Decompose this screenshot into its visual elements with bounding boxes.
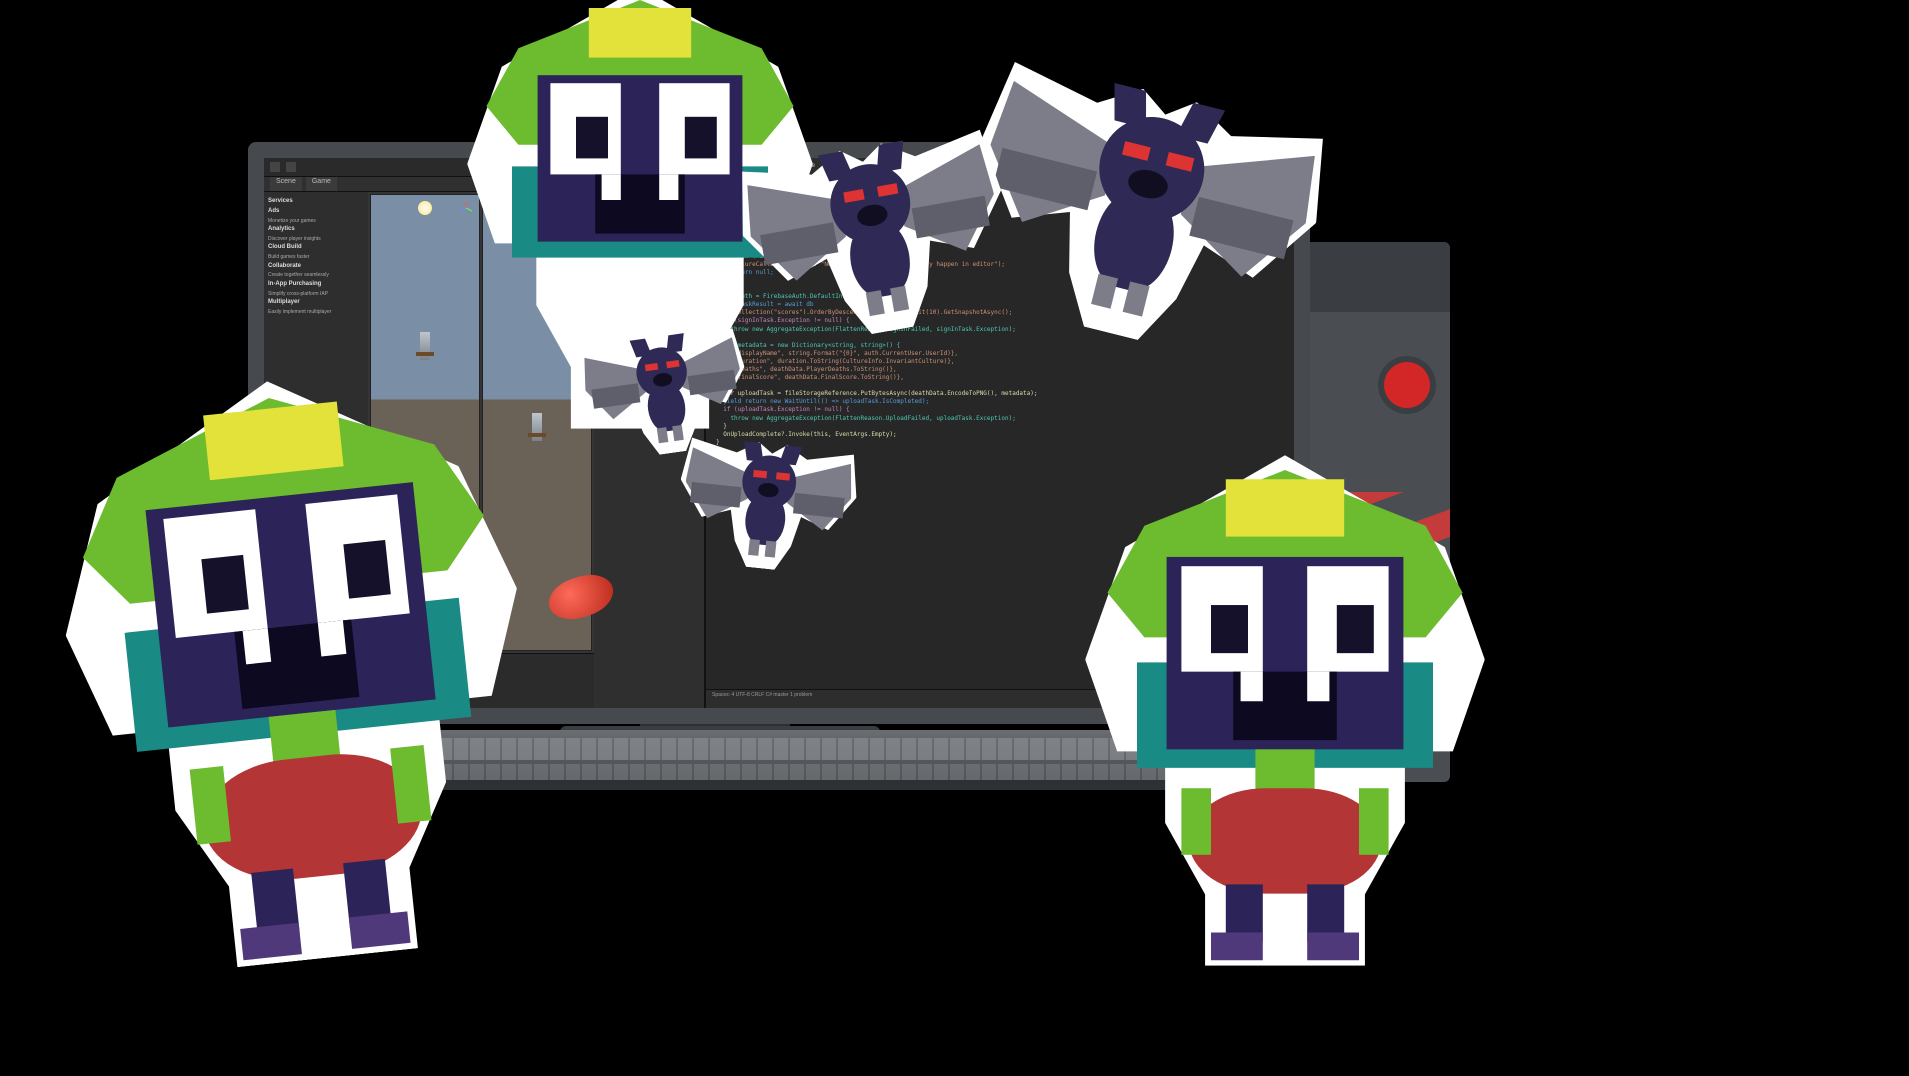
power-button-icon (1384, 362, 1430, 408)
player-sword-sprite (420, 332, 430, 360)
hand-tool-icon[interactable] (270, 162, 280, 172)
pixel-alien-sticker-icon (1100, 470, 1470, 951)
illustration-stage: Scene Game Services Ads Monetize your ga… (0, 0, 1909, 1076)
move-tool-icon[interactable] (286, 162, 296, 172)
tab-scene[interactable]: Scene (270, 177, 302, 191)
svc-cloud-t: Build games faster (268, 254, 364, 261)
svc-multi-t: Easily implement multiplayer (268, 309, 364, 316)
svc-collab-h[interactable]: Collaborate (268, 263, 364, 271)
svc-analytics-h[interactable]: Analytics (268, 226, 364, 234)
orientation-gizmo-icon[interactable] (457, 199, 475, 217)
sun-light-icon (418, 201, 432, 215)
tab-game[interactable]: Game (306, 177, 337, 191)
pixel-bat-sticker-icon (678, 440, 856, 572)
svc-iap-t: Simplify cross-platform IAP (268, 291, 364, 298)
svc-collab-t: Create together seamlessly (268, 272, 364, 279)
svc-cloud-h[interactable]: Cloud Build (268, 244, 364, 252)
pixel-alien-sticker-icon (60, 376, 535, 963)
player-sword-sprite (532, 413, 542, 441)
services-title: Services (268, 198, 364, 206)
pixel-bat-sticker-icon (580, 330, 750, 459)
svc-ads-h[interactable]: Ads (268, 208, 364, 216)
svc-ads-t: Monetize your games (268, 218, 364, 225)
svc-analytics-t: Discover player insights (268, 236, 364, 243)
svc-multi-h[interactable]: Multiplayer (268, 299, 364, 307)
svc-iap-h[interactable]: In-App Purchasing (268, 281, 364, 289)
